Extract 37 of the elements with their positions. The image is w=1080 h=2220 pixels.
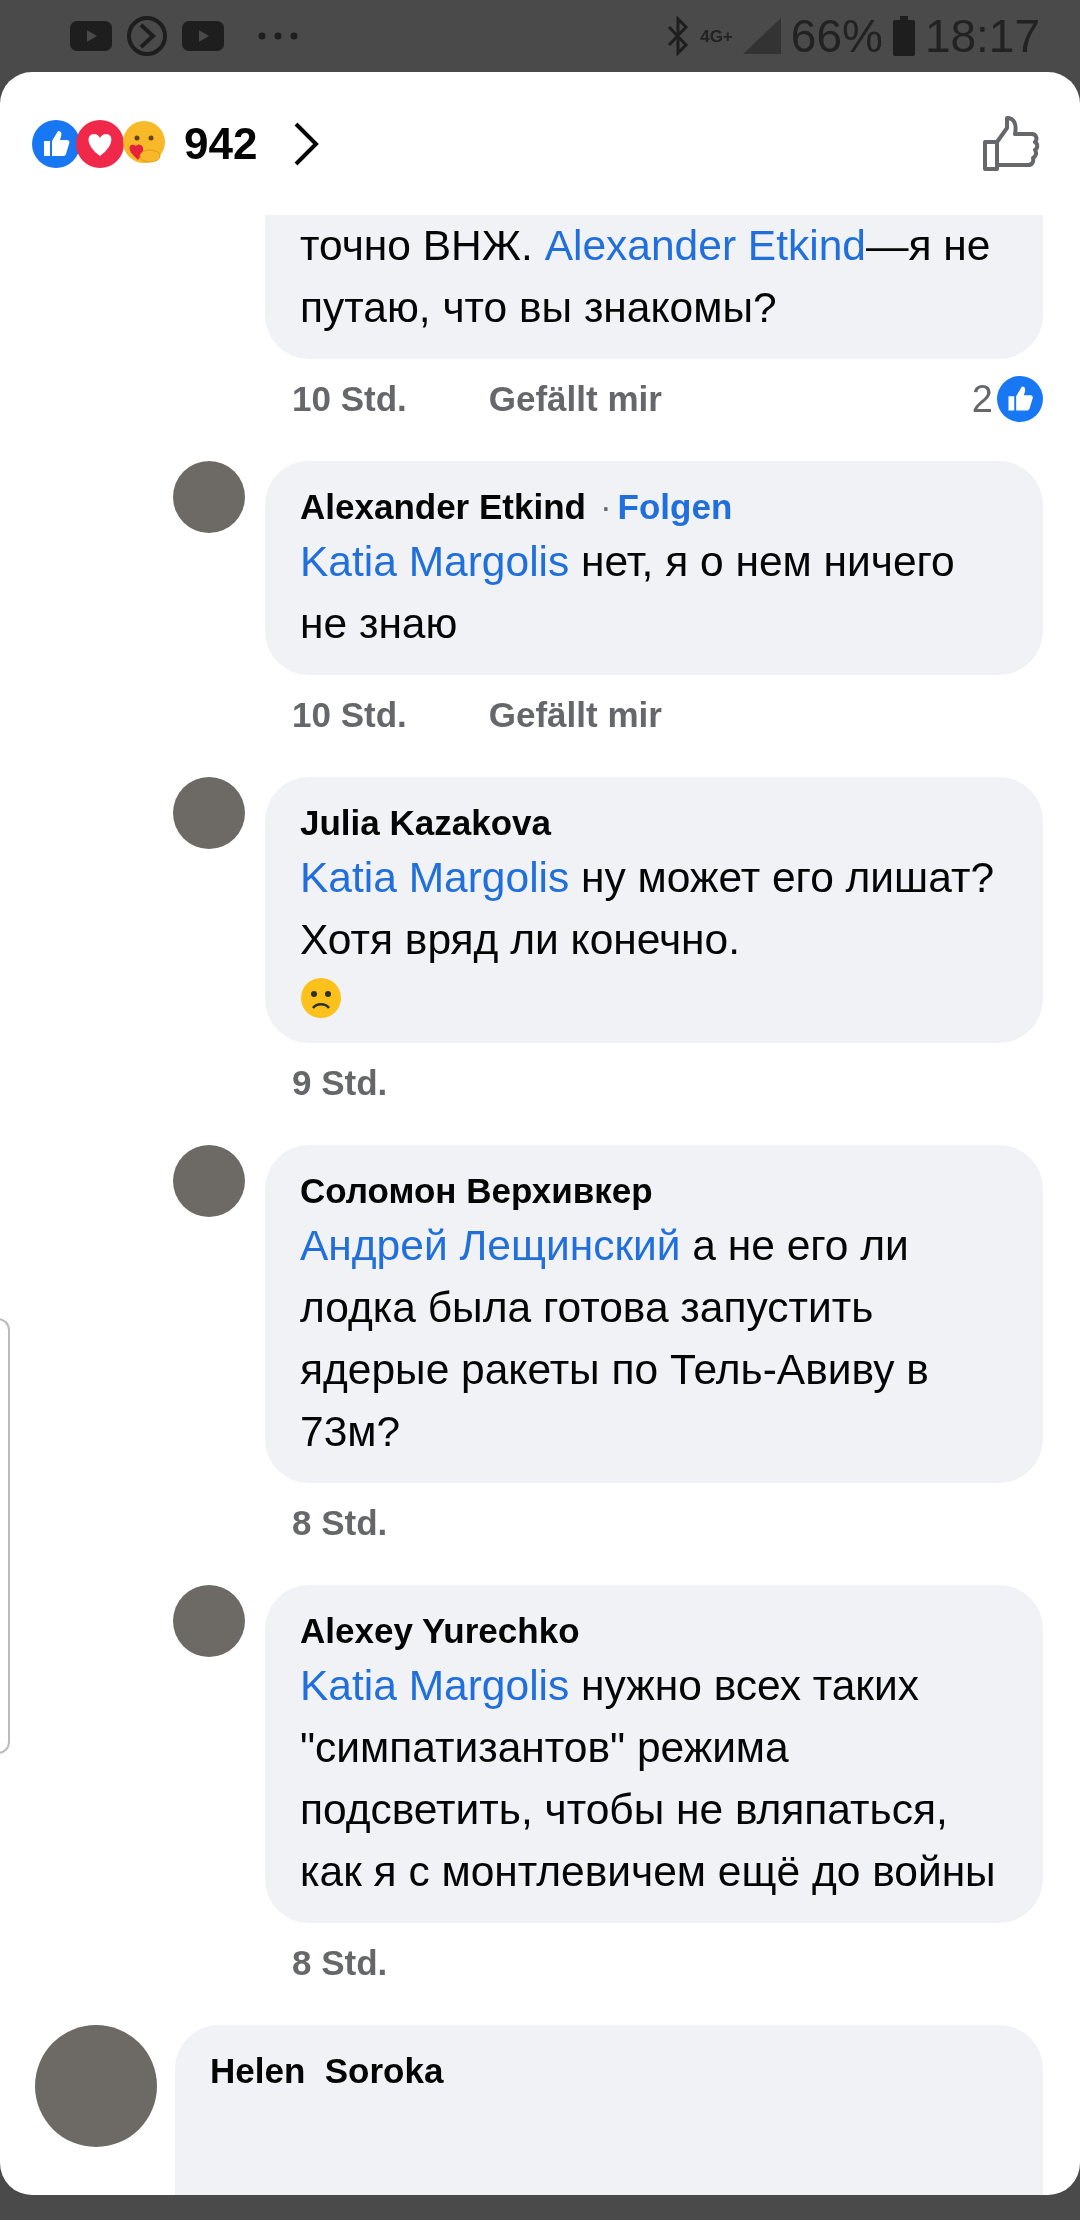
bluetooth-icon bbox=[666, 16, 691, 56]
comment-text: Андрей Лещинский а не его ли лодка была готова запустить ядерые ракеты по Тель-Авиву в 73м? bbox=[300, 1221, 930, 1457]
mention-link[interactable]: Alexander Etkind bbox=[544, 222, 866, 269]
author-name[interactable]: Julia Kazakova bbox=[300, 799, 551, 847]
heart-reaction-icon bbox=[76, 119, 124, 168]
like-reaction-icon bbox=[997, 376, 1043, 422]
video-app-icon bbox=[70, 21, 112, 51]
reaction-count[interactable]: 942 bbox=[184, 118, 258, 169]
video-app-icon bbox=[182, 21, 224, 51]
like-link[interactable]: Gefällt mir bbox=[488, 379, 662, 419]
author-name[interactable]: Соломон Верхивкер bbox=[300, 1167, 653, 1215]
signal-icon bbox=[742, 18, 781, 54]
comment-time: 10 Std. bbox=[292, 695, 407, 735]
comment-time: 9 Std. bbox=[292, 1063, 388, 1103]
like-button-icon[interactable] bbox=[982, 115, 1040, 172]
follow-link[interactable]: Folgen bbox=[617, 483, 733, 531]
author-name[interactable]: Alexey Yurechko bbox=[300, 1607, 580, 1655]
more-icon bbox=[258, 32, 298, 40]
comment-text: Katia Margolis нет, я о нем ничего не знаю bbox=[300, 537, 956, 649]
battery-icon bbox=[892, 16, 915, 56]
like-count[interactable]: 2 bbox=[971, 377, 993, 421]
author-name[interactable]: Helen Soroka bbox=[210, 2047, 444, 2095]
mention-link[interactable]: Katia Margolis bbox=[300, 538, 570, 585]
edge-handle[interactable] bbox=[0, 1318, 10, 1754]
mention-link[interactable]: Katia Margolis bbox=[300, 1662, 570, 1709]
comment-text: точно ВНЖ. Alexander Etkind—я не путаю, что вы знакомы? bbox=[300, 221, 992, 333]
mention-link[interactable]: Андрей Лещинский bbox=[300, 1222, 681, 1269]
mention-link[interactable]: Katia Margolis bbox=[300, 854, 570, 901]
comment-time: 8 Std. bbox=[292, 1943, 388, 1983]
comment-text: Katia Margolis нужно всех таких "симпатизантов" режима подсветить, чтобы не вляпаться, как я с монтлевичем ещё до войны bbox=[300, 1661, 997, 1897]
comment-text: Katia Margolis ну может его лишат? Хотя вряд ли конечно. bbox=[300, 853, 995, 965]
separator-dot: · bbox=[599, 486, 612, 528]
like-link[interactable]: Gefällt mir bbox=[488, 695, 662, 735]
like-reaction-icon bbox=[32, 119, 80, 168]
comment-time: 10 Std. bbox=[292, 379, 407, 419]
comment-time: 8 Std. bbox=[292, 1503, 388, 1543]
author-name[interactable]: Alexander Etkind bbox=[300, 483, 586, 531]
